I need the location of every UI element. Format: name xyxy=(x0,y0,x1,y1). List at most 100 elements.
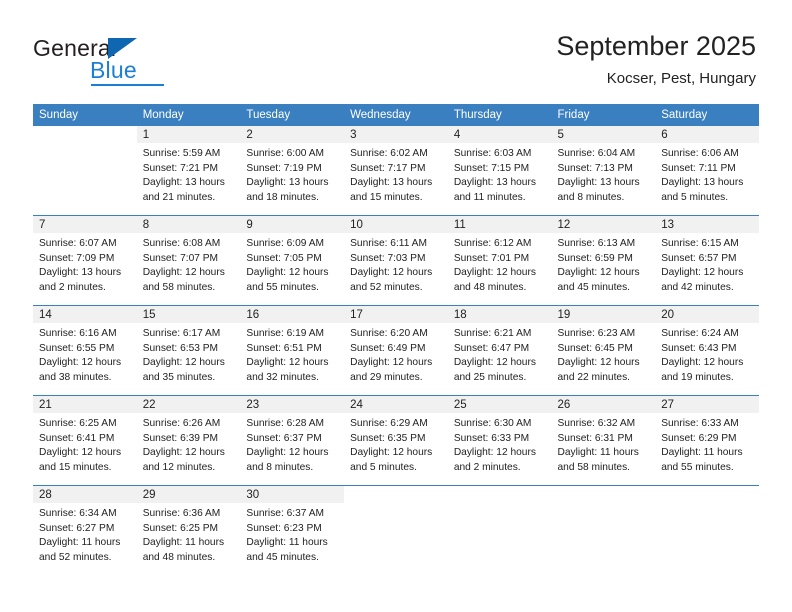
day-number: 20 xyxy=(655,306,759,323)
day-cell[interactable]: 2 Sunrise: 6:00 AM Sunset: 7:19 PM Daylight… xyxy=(240,126,345,215)
calendar-cell: 30 Sunrise: 6:37 AM Sunset: 6:23 PM Dayligh… xyxy=(240,485,345,575)
day-cell[interactable]: 15 Sunrise: 6:17 AM Sunset: 6:53 PM Dayligh… xyxy=(136,306,241,395)
day-number: 29 xyxy=(136,486,241,503)
daylight-duration-line2: and 15 minutes. xyxy=(39,461,112,473)
calendar-week-row: 7 Sunrise: 6:07 AM Sunset: 7:09 PM Daylight… xyxy=(33,215,759,306)
calendar-cell: 11 Sunrise: 6:12 AM Sunset: 7:01 PM Dayligh… xyxy=(447,215,552,306)
sunset-time: Sunset: 6:35 PM xyxy=(350,432,426,444)
day-cell[interactable]: 6 Sunrise: 6:06 AM Sunset: 7:11 PM Daylight… xyxy=(655,126,759,215)
day-number: 10 xyxy=(344,216,448,233)
day-cell[interactable]: 1 Sunrise: 5:59 AM Sunset: 7:21 PM Daylight… xyxy=(136,126,241,215)
calendar-cell xyxy=(655,485,759,575)
day-number: 11 xyxy=(447,216,552,233)
day-number: 24 xyxy=(344,396,448,413)
calendar-cell: 4 Sunrise: 6:03 AM Sunset: 7:15 PM Daylight… xyxy=(447,126,552,216)
day-cell[interactable]: 21 Sunrise: 6:25 AM Sunset: 6:41 PM Dayligh… xyxy=(33,396,137,485)
day-cell[interactable]: 3 Sunrise: 6:02 AM Sunset: 7:17 PM Daylight… xyxy=(344,126,448,215)
day-cell[interactable]: 28 Sunrise: 6:34 AM Sunset: 6:27 PM Dayligh… xyxy=(33,486,137,575)
day-sun-info: Sunrise: 6:28 AM Sunset: 6:37 PM Daylight:… xyxy=(240,413,344,475)
day-cell[interactable]: 13 Sunrise: 6:15 AM Sunset: 6:57 PM Dayligh… xyxy=(655,216,759,305)
day-cell[interactable]: 5 Sunrise: 6:04 AM Sunset: 7:13 PM Daylight… xyxy=(551,126,656,215)
day-sun-info: Sunrise: 6:16 AM Sunset: 6:55 PM Daylight:… xyxy=(33,323,137,385)
day-cell[interactable]: 8 Sunrise: 6:08 AM Sunset: 7:07 PM Daylight… xyxy=(136,216,241,305)
sunrise-time: Sunrise: 6:37 AM xyxy=(246,508,324,519)
day-cell[interactable]: 12 Sunrise: 6:13 AM Sunset: 6:59 PM Dayligh… xyxy=(551,216,656,305)
sunset-time: Sunset: 6:59 PM xyxy=(557,252,633,264)
sunrise-time: Sunrise: 6:12 AM xyxy=(453,238,532,249)
day-cell[interactable]: 27 Sunrise: 6:33 AM Sunset: 6:29 PM Dayligh… xyxy=(655,396,759,485)
weekday-header-row: Sunday Monday Tuesday Wednesday Thursday… xyxy=(33,104,759,126)
sunset-time: Sunset: 7:09 PM xyxy=(39,252,115,264)
calendar-cell: 12 Sunrise: 6:13 AM Sunset: 6:59 PM Dayligh… xyxy=(551,215,656,306)
daylight-duration-line2: and 5 minutes. xyxy=(661,191,729,203)
day-cell[interactable]: 24 Sunrise: 6:29 AM Sunset: 6:35 PM Dayligh… xyxy=(344,396,448,485)
day-cell[interactable]: 26 Sunrise: 6:32 AM Sunset: 6:31 PM Dayligh… xyxy=(551,396,656,485)
calendar-header-row: Sunday Monday Tuesday Wednesday Thursday… xyxy=(33,104,759,126)
daylight-duration-line1: Daylight: 12 hours xyxy=(350,447,433,459)
calendar-cell: 16 Sunrise: 6:19 AM Sunset: 6:51 PM Dayligh… xyxy=(240,305,345,396)
calendar-cell xyxy=(344,485,448,575)
calendar-cell: 8 Sunrise: 6:08 AM Sunset: 7:07 PM Daylight… xyxy=(136,215,241,306)
day-number xyxy=(33,126,137,143)
daylight-duration-line2: and 32 minutes. xyxy=(246,371,319,383)
sunset-time: Sunset: 6:31 PM xyxy=(557,432,633,444)
day-number: 22 xyxy=(136,396,241,413)
sunset-time: Sunset: 6:25 PM xyxy=(142,522,219,534)
day-cell[interactable]: 25 Sunrise: 6:30 AM Sunset: 6:33 PM Dayligh… xyxy=(447,396,552,485)
calendar-cell: 24 Sunrise: 6:29 AM Sunset: 6:35 PM Dayligh… xyxy=(344,395,448,486)
calendar-cell xyxy=(551,485,656,575)
day-sun-info: Sunrise: 6:36 AM Sunset: 6:25 PM Daylight:… xyxy=(137,503,241,565)
day-cell[interactable]: 30 Sunrise: 6:37 AM Sunset: 6:23 PM Dayligh… xyxy=(240,486,345,575)
daylight-duration-line2: and 52 minutes. xyxy=(350,281,423,293)
daylight-duration-line2: and 42 minutes. xyxy=(661,281,734,293)
day-cell[interactable]: 7 Sunrise: 6:07 AM Sunset: 7:09 PM Daylight… xyxy=(33,216,137,305)
day-number: 28 xyxy=(33,486,137,503)
daylight-duration-line2: and 22 minutes. xyxy=(557,371,631,383)
day-cell-blank xyxy=(551,486,656,575)
general-blue-logo[interactable]: General Blue xyxy=(33,35,263,90)
daylight-duration-line1: Daylight: 11 hours xyxy=(246,537,328,549)
day-cell[interactable]: 14 Sunrise: 6:16 AM Sunset: 6:55 PM Dayligh… xyxy=(33,306,137,395)
day-number: 6 xyxy=(655,126,759,143)
calendar-cell: 28 Sunrise: 6:34 AM Sunset: 6:27 PM Dayligh… xyxy=(33,485,137,575)
day-cell[interactable]: 29 Sunrise: 6:36 AM Sunset: 6:25 PM Dayligh… xyxy=(136,486,241,575)
calendar-cell xyxy=(33,126,137,216)
sunrise-time: Sunrise: 6:24 AM xyxy=(661,328,739,339)
calendar-cell: 23 Sunrise: 6:28 AM Sunset: 6:37 PM Dayligh… xyxy=(240,395,345,486)
daylight-duration-line1: Daylight: 11 hours xyxy=(557,447,639,459)
calendar-cell: 20 Sunrise: 6:24 AM Sunset: 6:43 PM Dayligh… xyxy=(655,305,759,396)
sunrise-time: Sunrise: 6:25 AM xyxy=(39,418,117,429)
daylight-duration-line1: Daylight: 12 hours xyxy=(246,447,329,459)
daylight-duration-line1: Daylight: 13 hours xyxy=(557,177,640,189)
day-number: 19 xyxy=(551,306,656,323)
daylight-duration-line1: Daylight: 12 hours xyxy=(453,267,536,279)
day-sun-info: Sunrise: 6:04 AM Sunset: 7:13 PM Daylight:… xyxy=(552,143,656,205)
day-cell[interactable]: 4 Sunrise: 6:03 AM Sunset: 7:15 PM Daylight… xyxy=(447,126,552,215)
day-cell[interactable]: 16 Sunrise: 6:19 AM Sunset: 6:51 PM Dayligh… xyxy=(240,306,345,395)
day-cell[interactable]: 19 Sunrise: 6:23 AM Sunset: 6:45 PM Dayligh… xyxy=(551,306,656,395)
daylight-duration-line2: and 48 minutes. xyxy=(142,551,216,563)
day-sun-info: Sunrise: 6:25 AM Sunset: 6:41 PM Daylight:… xyxy=(33,413,137,475)
day-cell[interactable]: 11 Sunrise: 6:12 AM Sunset: 7:01 PM Dayligh… xyxy=(447,216,552,305)
calendar-cell: 14 Sunrise: 6:16 AM Sunset: 6:55 PM Dayligh… xyxy=(33,305,137,396)
daylight-duration-line2: and 19 minutes. xyxy=(661,371,734,383)
day-sun-info: Sunrise: 6:08 AM Sunset: 7:07 PM Daylight:… xyxy=(137,233,241,295)
sunrise-time: Sunrise: 6:30 AM xyxy=(453,418,532,429)
day-cell[interactable]: 10 Sunrise: 6:11 AM Sunset: 7:03 PM Dayligh… xyxy=(344,216,448,305)
daylight-duration-line2: and 8 minutes. xyxy=(246,461,314,473)
day-cell[interactable]: 20 Sunrise: 6:24 AM Sunset: 6:43 PM Dayligh… xyxy=(655,306,759,395)
day-number: 17 xyxy=(344,306,448,323)
day-number xyxy=(447,486,552,503)
day-cell[interactable]: 18 Sunrise: 6:21 AM Sunset: 6:47 PM Dayligh… xyxy=(447,306,552,395)
calendar-cell: 6 Sunrise: 6:06 AM Sunset: 7:11 PM Daylight… xyxy=(655,126,759,216)
day-sun-info: Sunrise: 6:12 AM Sunset: 7:01 PM Daylight:… xyxy=(448,233,552,295)
day-sun-info: Sunrise: 6:02 AM Sunset: 7:17 PM Daylight:… xyxy=(344,143,448,205)
day-cell[interactable]: 9 Sunrise: 6:09 AM Sunset: 7:05 PM Daylight… xyxy=(240,216,345,305)
day-cell[interactable]: 22 Sunrise: 6:26 AM Sunset: 6:39 PM Dayligh… xyxy=(136,396,241,485)
daylight-duration-line1: Daylight: 12 hours xyxy=(661,267,744,279)
weekday-header-sunday: Sunday xyxy=(33,104,137,126)
daylight-duration-line1: Daylight: 12 hours xyxy=(350,357,433,369)
day-cell[interactable]: 23 Sunrise: 6:28 AM Sunset: 6:37 PM Dayligh… xyxy=(240,396,345,485)
calendar-cell: 19 Sunrise: 6:23 AM Sunset: 6:45 PM Dayligh… xyxy=(551,305,656,396)
day-cell[interactable]: 17 Sunrise: 6:20 AM Sunset: 6:49 PM Dayligh… xyxy=(344,306,448,395)
